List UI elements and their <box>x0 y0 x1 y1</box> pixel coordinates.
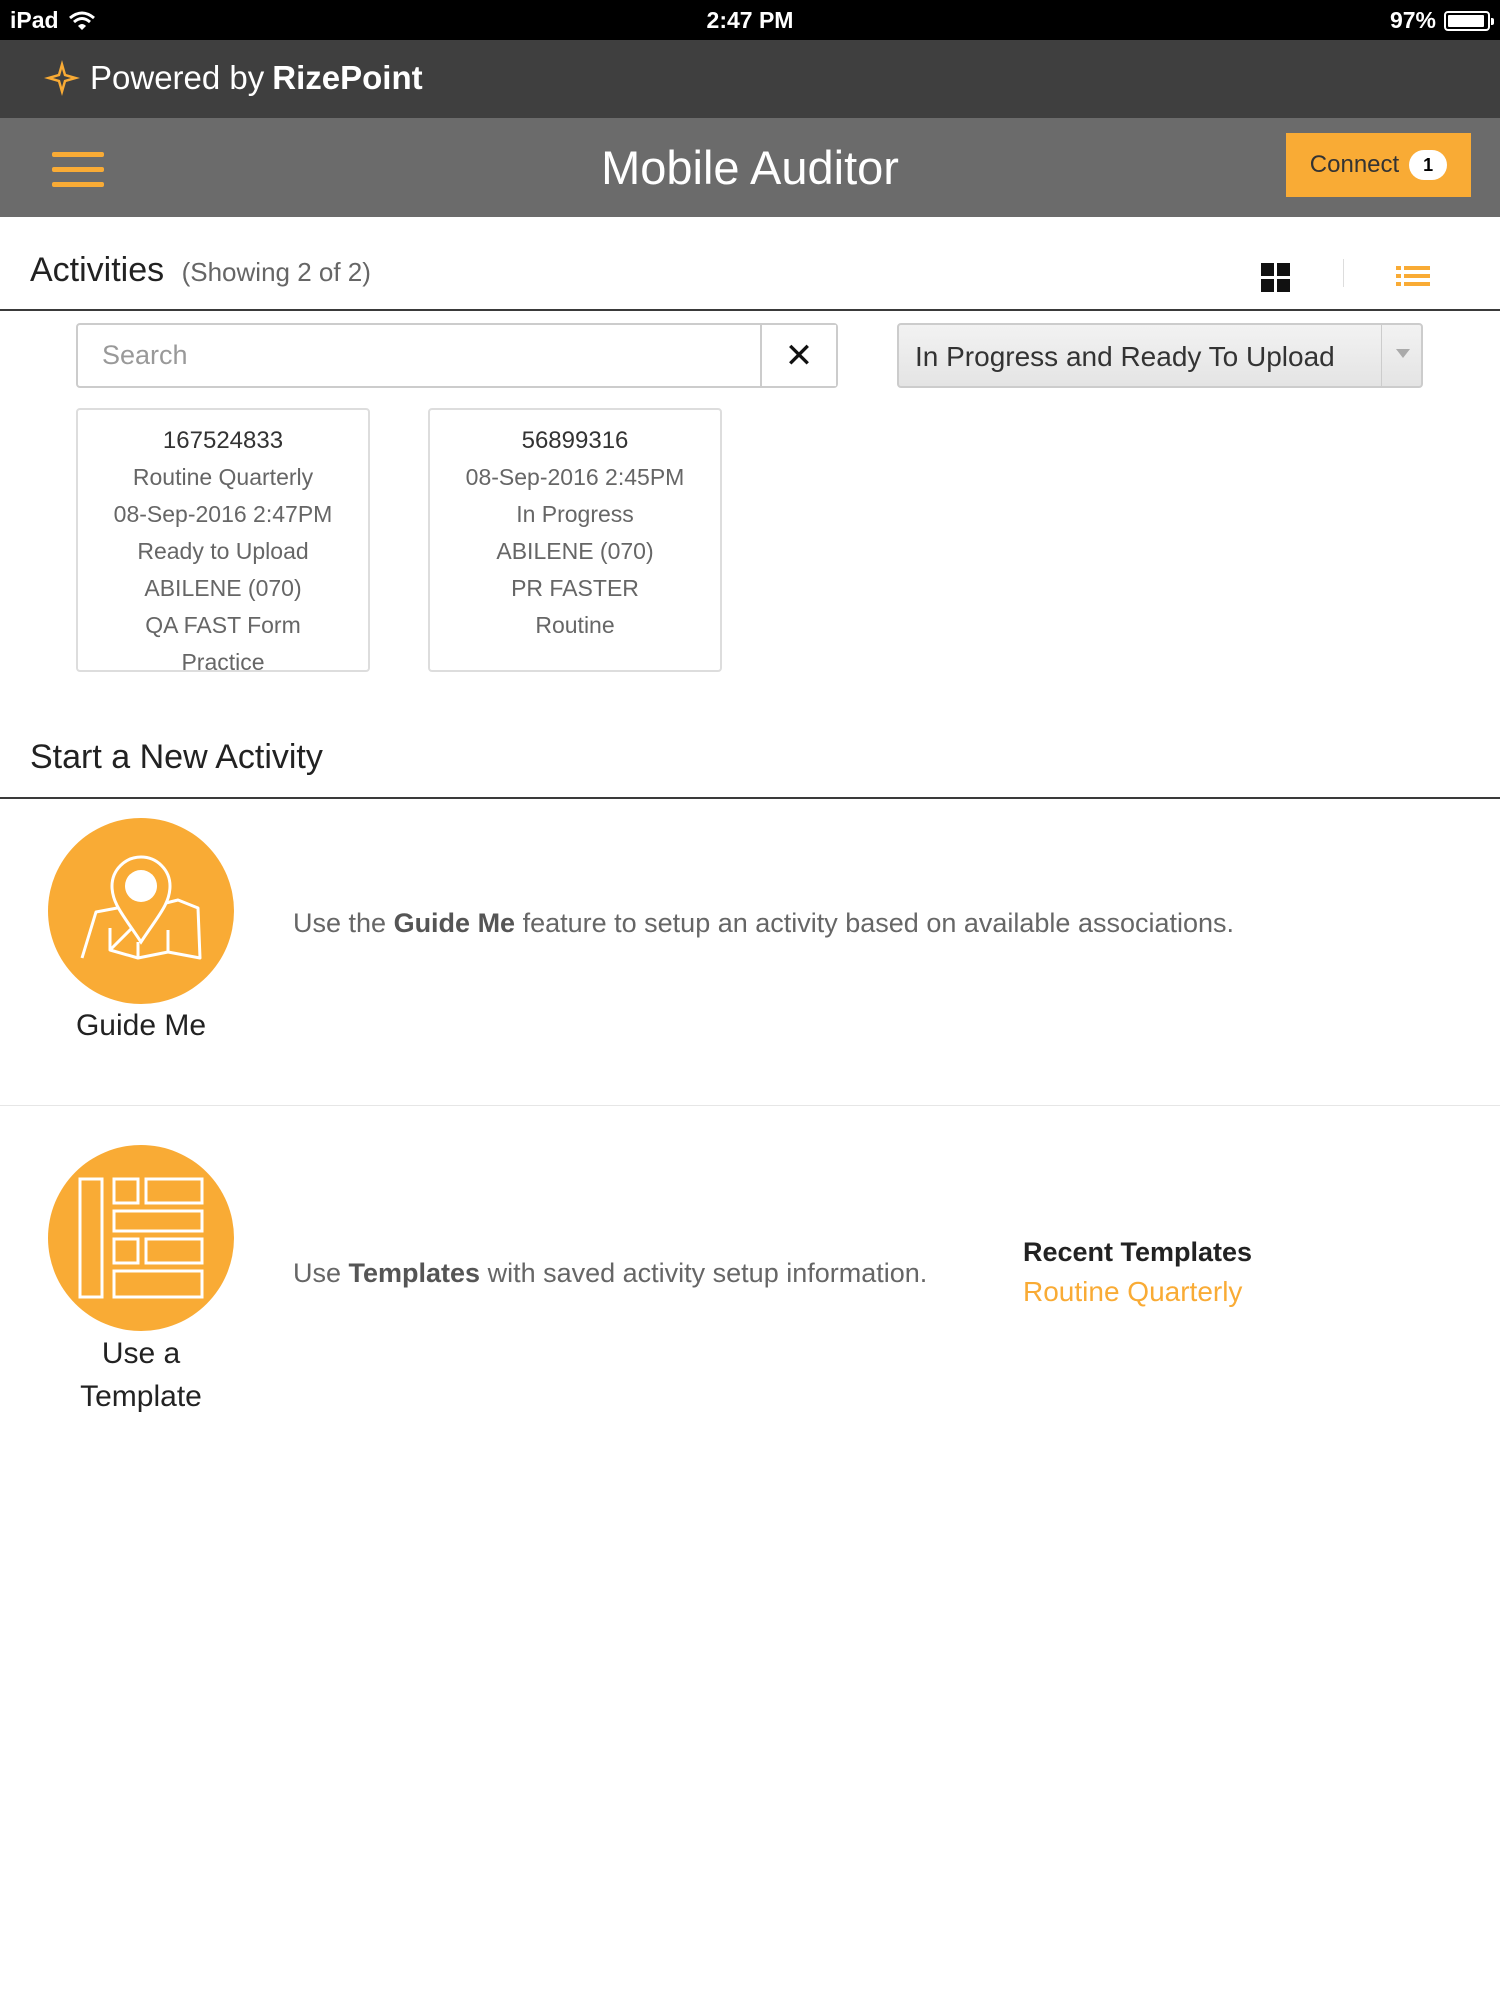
template-description: Use Templates with saved activity setup … <box>293 1258 927 1289</box>
template-icon <box>78 1177 204 1299</box>
powered-by-text: Powered by <box>90 59 265 96</box>
template-desc-text: Use <box>293 1258 349 1288</box>
view-toggle-divider <box>1343 259 1344 287</box>
app-title: Mobile Auditor <box>601 141 899 194</box>
guide-me-button[interactable] <box>48 818 234 1004</box>
activity-status: In Progress <box>516 501 634 527</box>
activity-form: QA FAST Form <box>145 612 301 638</box>
activities-title-row: Activities (Showing 2 of 2) <box>30 251 371 290</box>
list-view-icon[interactable] <box>1396 266 1430 292</box>
activity-form: PR FASTER <box>511 575 639 601</box>
app-header: Mobile Auditor Connect 1 <box>0 118 1500 217</box>
activity-type: Practice <box>181 649 265 672</box>
activities-count: (Showing 2 of 2) <box>181 257 371 287</box>
chevron-down-icon <box>1381 325 1421 386</box>
activity-card[interactable]: 167524833 Routine Quarterly 08-Sep-2016 … <box>76 408 370 672</box>
use-template-label[interactable]: Use a Template <box>40 1332 242 1418</box>
rizepoint-logo-icon <box>44 60 80 96</box>
use-template-label-line2: Template <box>80 1380 202 1413</box>
status-filter-value: In Progress and Ready To Upload <box>915 341 1335 372</box>
template-desc-bold: Templates <box>348 1258 481 1288</box>
use-template-label-line1: Use a <box>101 1337 181 1370</box>
activities-header: Activities (Showing 2 of 2) <box>0 217 1500 311</box>
status-bar: iPad 2:47 PM 97% <box>0 0 1500 40</box>
connect-button[interactable]: Connect 1 <box>1286 133 1471 197</box>
powered-by-bar: Powered by RizePoint <box>0 40 1500 118</box>
brand-name: RizePoint <box>272 59 423 96</box>
search-box: ✕ <box>76 323 838 388</box>
activity-id: 167524833 <box>162 427 284 454</box>
battery-icon <box>1444 10 1494 31</box>
status-filter-select[interactable]: In Progress and Ready To Upload <box>897 323 1423 388</box>
map-pin-icon <box>80 855 202 960</box>
activity-template: Routine Quarterly <box>132 464 314 490</box>
activity-date: 08-Sep-2016 2:47PM <box>113 501 333 527</box>
template-desc-text-end: with saved activity setup information. <box>480 1258 928 1288</box>
grid-view-icon[interactable] <box>1261 263 1291 293</box>
guide-me-description: Use the Guide Me feature to setup an act… <box>293 908 1234 939</box>
search-input[interactable] <box>78 325 760 386</box>
use-template-button[interactable] <box>48 1145 234 1331</box>
guide-me-label[interactable]: Guide Me <box>40 1004 242 1047</box>
activity-status: Ready to Upload <box>137 538 309 564</box>
status-time: 2:47 PM <box>706 7 794 33</box>
activity-date: 08-Sep-2016 2:45PM <box>465 464 685 490</box>
activity-location: ABILENE (070) <box>496 538 654 564</box>
connect-count-badge: 1 <box>1409 150 1448 180</box>
connect-label: Connect <box>1309 151 1400 178</box>
recent-templates-title: Recent Templates <box>1023 1237 1253 1267</box>
battery-percent: 97% <box>1389 7 1436 33</box>
guide-desc-text: Use the <box>293 908 394 938</box>
close-icon[interactable]: ✕ <box>760 325 836 386</box>
activity-card[interactable]: 56899316 08-Sep-2016 2:45PM In Progress … <box>428 408 722 672</box>
activities-title: Activities <box>30 251 165 289</box>
activity-location: ABILENE (070) <box>144 575 302 601</box>
start-new-title: Start a New Activity <box>30 738 323 776</box>
start-new-header: Start a New Activity <box>0 711 1500 799</box>
guide-desc-bold: Guide Me <box>393 908 516 938</box>
guide-desc-text-end: feature to setup an activity based on av… <box>515 908 1235 938</box>
recent-template-link[interactable]: Routine Quarterly <box>1023 1276 1242 1308</box>
activity-id: 56899316 <box>521 427 629 454</box>
section-divider <box>0 1105 1500 1106</box>
activity-type: Routine <box>535 612 615 638</box>
